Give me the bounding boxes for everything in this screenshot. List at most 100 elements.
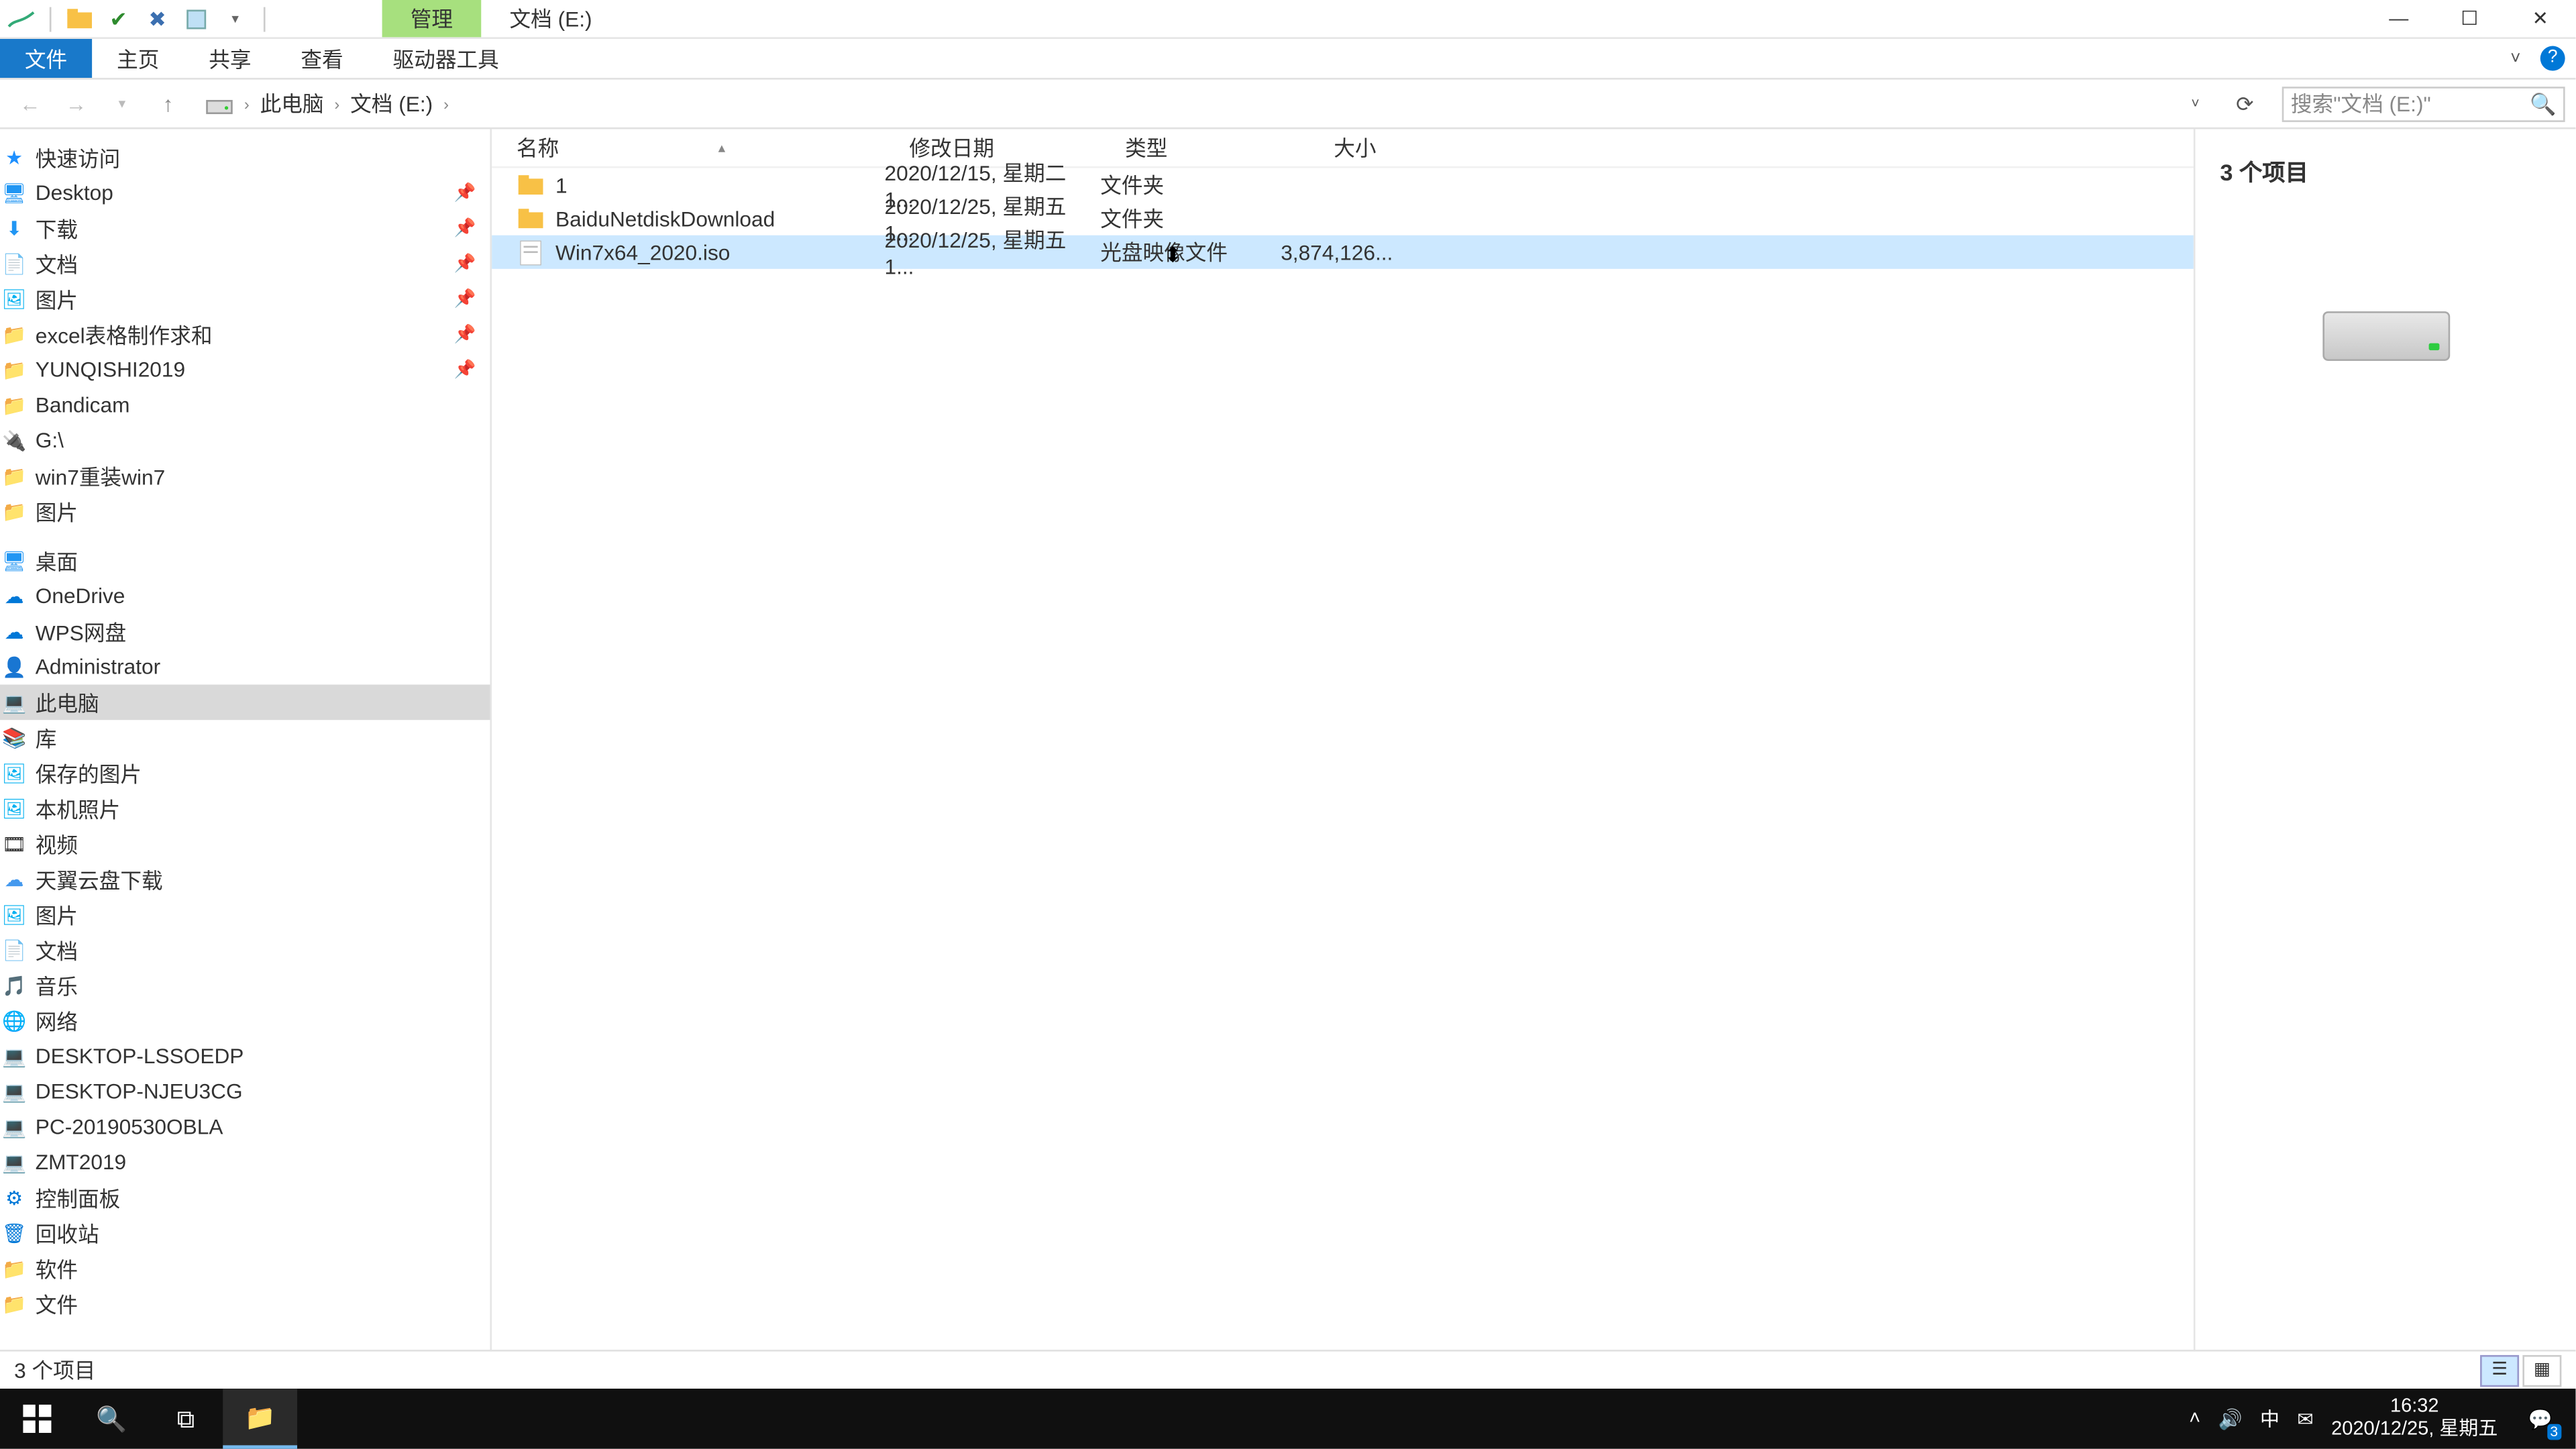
nav-desktop-root[interactable]: 🖥桌面: [0, 543, 490, 579]
nav-libraries[interactable]: 📚库: [0, 720, 490, 755]
breadcrumb-drive[interactable]: 文档 (E:): [350, 89, 433, 119]
navigation-pane[interactable]: ★快速访问 🖥Desktop📌 ⬇下载📌 📄文档📌 🖼图片📌 📁excel表格制…: [0, 129, 492, 1350]
nav-videos[interactable]: 🎞视频: [0, 826, 490, 861]
nav-music[interactable]: 🎵音乐: [0, 967, 490, 1003]
task-view-button[interactable]: ⧉: [149, 1389, 223, 1449]
tray-app-icon[interactable]: ✉: [2297, 1407, 2313, 1430]
pc-icon: 💻: [0, 1148, 28, 1176]
nav-label: 控制面板: [36, 1183, 121, 1213]
notification-badge: 3: [2546, 1424, 2561, 1440]
view-thumbnails-button[interactable]: ▦: [2522, 1354, 2561, 1386]
nav-downloads[interactable]: ⬇下载📌: [0, 211, 490, 246]
file-type: 文件夹: [1100, 170, 1281, 200]
nav-bandicam[interactable]: 📁Bandicam: [0, 388, 490, 423]
contextual-tab-manage[interactable]: 管理: [382, 0, 482, 37]
nav-camera-roll[interactable]: 🖼本机照片: [0, 791, 490, 826]
close-button[interactable]: ✕: [2505, 0, 2575, 38]
file-type: 文件夹: [1100, 203, 1281, 233]
ribbon-tab-home[interactable]: 主页: [92, 39, 184, 78]
nav-network-pc3[interactable]: 💻PC-20190530OBLA: [0, 1109, 490, 1144]
nav-files[interactable]: 📁文件: [0, 1286, 490, 1322]
nav-control-panel[interactable]: ⚙控制面板: [0, 1180, 490, 1216]
nav-network[interactable]: 🌐网络: [0, 1003, 490, 1038]
chevron-right-icon[interactable]: ›: [334, 95, 339, 112]
nav-software[interactable]: 📁软件: [0, 1250, 490, 1286]
nav-tianyi[interactable]: ☁天翼云盘下载: [0, 861, 490, 897]
file-row[interactable]: Win7x64_2020.iso2020/12/25, 星期五 1...光盘映像…: [492, 235, 2194, 269]
nav-recent-dropdown[interactable]: ▾: [103, 84, 142, 123]
file-row[interactable]: 12020/12/15, 星期二 1...文件夹: [492, 168, 2194, 202]
nav-administrator[interactable]: 👤Administrator: [0, 649, 490, 685]
system-tray: ˄ 🔊 中 ✉ 16:32 2020/12/25, 星期五 💬3: [2189, 1394, 2575, 1444]
action-center-button[interactable]: 💬3: [2516, 1394, 2565, 1444]
nav-excel-folder[interactable]: 📁excel表格制作求和📌: [0, 317, 490, 352]
qat-dropdown-icon[interactable]: ▾: [221, 5, 250, 33]
ribbon-tab-share[interactable]: 共享: [184, 39, 276, 78]
nav-documents[interactable]: 📄文档📌: [0, 246, 490, 282]
chevron-right-icon[interactable]: ›: [443, 95, 449, 112]
nav-label: PC-20190530OBLA: [36, 1114, 223, 1139]
breadcrumb[interactable]: › 此电脑 › 文档 (E:) ›: [205, 89, 449, 119]
ribbon-tab-file[interactable]: 文件: [0, 39, 92, 78]
column-type[interactable]: 类型: [1100, 133, 1281, 163]
maximize-button[interactable]: ☐: [2434, 0, 2505, 38]
status-bar: 3 个项目 ☰ ▦: [0, 1350, 2575, 1389]
folder-icon[interactable]: [66, 5, 94, 33]
properties-icon[interactable]: [182, 5, 211, 33]
file-row[interactable]: BaiduNetdiskDownload2020/12/25, 星期五 1...…: [492, 202, 2194, 235]
volume-icon[interactable]: 🔊: [2218, 1407, 2243, 1430]
address-dropdown-icon[interactable]: ˅: [2176, 84, 2215, 123]
nav-g-drive[interactable]: 🔌G:\: [0, 423, 490, 458]
close-x-icon[interactable]: ✖: [144, 5, 172, 33]
view-details-button[interactable]: ☰: [2480, 1354, 2519, 1386]
pin-icon: 📌: [454, 183, 476, 203]
search-input[interactable]: 搜索"文档 (E:)" 🔍: [2282, 86, 2565, 121]
chevron-right-icon[interactable]: ›: [244, 95, 250, 112]
nav-docs-lib[interactable]: 📄文档: [0, 932, 490, 968]
nav-network-pc1[interactable]: 💻DESKTOP-LSSOEDP: [0, 1038, 490, 1074]
nav-up-button[interactable]: ↑: [149, 84, 188, 123]
nav-pictures[interactable]: 🖼图片📌: [0, 281, 490, 317]
nav-recycle-bin[interactable]: 🗑回收站: [0, 1216, 490, 1251]
taskbar-clock[interactable]: 16:32 2020/12/25, 星期五: [2331, 1395, 2498, 1442]
nav-label: 网络: [36, 1006, 78, 1036]
user-icon: 👤: [0, 653, 28, 681]
nav-yunqishi[interactable]: 📁YUNQISHI2019📌: [0, 352, 490, 388]
download-icon: ⬇: [0, 214, 28, 242]
ribbon-tab-drive-tools[interactable]: 驱动器工具: [368, 39, 524, 78]
checkmark-icon[interactable]: ✔: [105, 5, 133, 33]
ime-indicator[interactable]: 中: [2260, 1405, 2279, 1433]
search-icon[interactable]: 🔍: [2530, 91, 2556, 116]
minimize-button[interactable]: —: [2363, 0, 2434, 38]
nav-onedrive[interactable]: ☁OneDrive: [0, 578, 490, 614]
iso-file-icon: [517, 238, 545, 266]
refresh-icon[interactable]: ⟳: [2225, 84, 2264, 123]
nav-pics-lib[interactable]: 🖼图片: [0, 897, 490, 932]
folder-icon: 📁: [0, 1254, 28, 1283]
nav-win7-reinstall[interactable]: 📁win7重装win7: [0, 458, 490, 494]
column-headers: 名称▴ 修改日期 类型 大小: [492, 129, 2194, 168]
file-list[interactable]: 名称▴ 修改日期 类型 大小 12020/12/15, 星期二 1...文件夹B…: [492, 129, 2194, 1350]
nav-wps[interactable]: ☁WPS网盘: [0, 614, 490, 649]
nav-pictures2[interactable]: 📁图片: [0, 494, 490, 529]
breadcrumb-pc[interactable]: 此电脑: [260, 89, 324, 119]
nav-this-pc[interactable]: 💻此电脑: [0, 685, 490, 720]
nav-back-button[interactable]: ←: [11, 84, 50, 123]
column-size[interactable]: 大小: [1281, 133, 1387, 163]
ribbon-tab-view[interactable]: 查看: [276, 39, 368, 78]
search-button[interactable]: 🔍: [74, 1389, 149, 1449]
help-icon[interactable]: ?: [2540, 46, 2565, 71]
tray-overflow-icon[interactable]: ˄: [2189, 1408, 2200, 1430]
nav-quick-access[interactable]: ★快速访问: [0, 140, 490, 175]
column-name[interactable]: 名称▴: [492, 133, 884, 163]
ribbon-expand-icon[interactable]: ˅: [2502, 44, 2530, 72]
nav-forward-button[interactable]: →: [56, 84, 95, 123]
start-button[interactable]: [0, 1389, 74, 1449]
nav-desktop[interactable]: 🖥Desktop📌: [0, 175, 490, 211]
nav-saved-pictures[interactable]: 🖼保存的图片: [0, 755, 490, 791]
nav-network-pc4[interactable]: 💻ZMT2019: [0, 1144, 490, 1180]
item-count-label: 3 个项目: [2220, 154, 2551, 187]
file-explorer-taskbar[interactable]: 📁: [223, 1389, 297, 1449]
nav-network-pc2[interactable]: 💻DESKTOP-NJEU3CG: [0, 1074, 490, 1110]
pc-icon: 💻: [0, 688, 28, 716]
